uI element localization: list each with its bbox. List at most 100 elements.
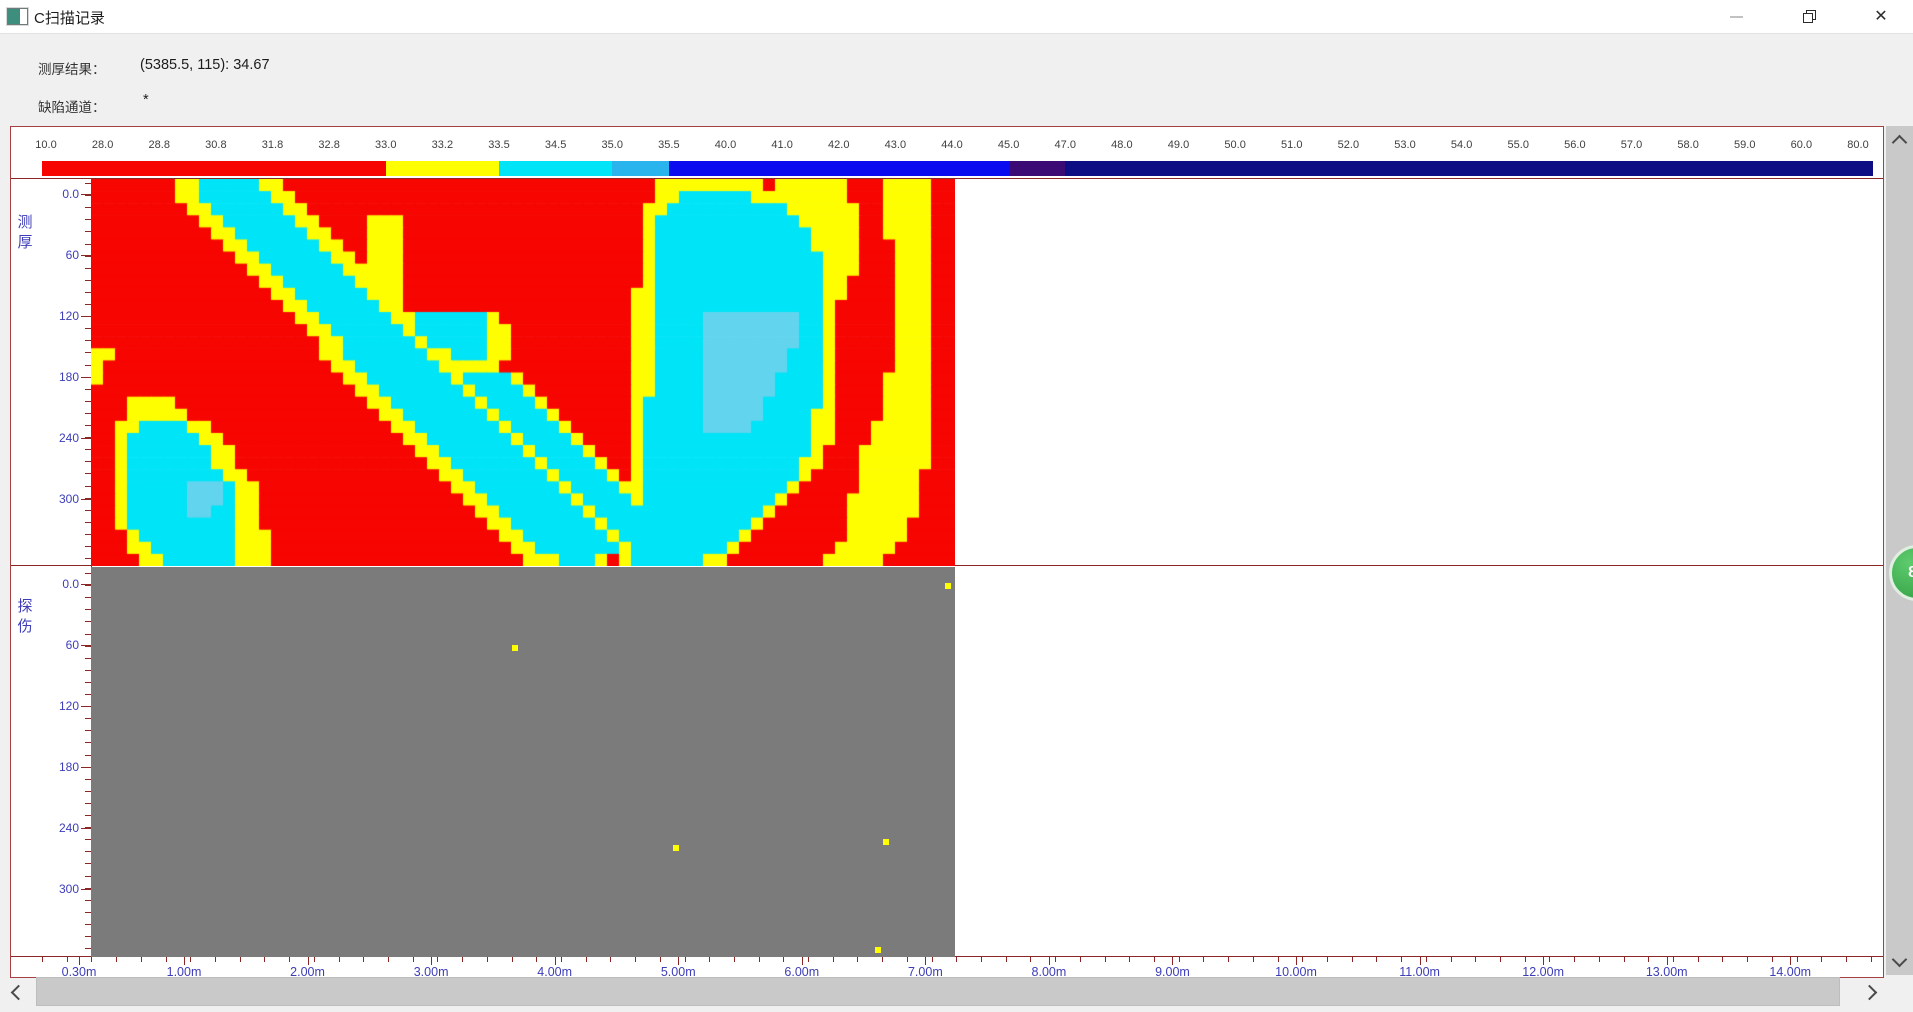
- y-minor-tick: [85, 510, 91, 511]
- colorbar-segment: [1065, 161, 1873, 176]
- defect-channel-value: *: [143, 92, 149, 108]
- x-minor-tick: [882, 957, 883, 962]
- y-minor-tick: [85, 924, 91, 925]
- scale-tick-label: 55.0: [1496, 139, 1540, 151]
- cscan-window-icon: [7, 8, 28, 25]
- horizontal-scrollbar-thumb[interactable]: [36, 977, 1840, 1006]
- close-button[interactable]: ✕: [1858, 0, 1904, 33]
- x-minor-tick: [857, 957, 858, 962]
- badge-text: 80: [1908, 564, 1913, 582]
- y-minor-tick: [85, 534, 91, 535]
- scroll-up-button[interactable]: [1887, 130, 1911, 154]
- thickness-cscan-heatmap[interactable]: [91, 179, 955, 566]
- y-minor-tick: [85, 522, 91, 523]
- x-minor-tick: [462, 957, 463, 962]
- y-tick-label: 300: [45, 882, 79, 896]
- y-minor-tick: [85, 219, 91, 220]
- y-minor-tick: [85, 195, 91, 196]
- scale-tick-label: 42.0: [817, 139, 861, 151]
- y-minor-tick: [85, 328, 91, 329]
- scale-tick-label: 48.0: [1100, 139, 1144, 151]
- y-minor-tick: [85, 803, 91, 804]
- y-minor-tick: [85, 280, 91, 281]
- defect-point: [673, 845, 679, 851]
- y-minor-tick: [85, 634, 91, 635]
- x-minor-tick: [1574, 957, 1575, 962]
- scroll-right-button[interactable]: [1857, 980, 1881, 1004]
- x-minor-tick: [1747, 957, 1748, 962]
- x-major-tick: [1296, 957, 1297, 965]
- x-major-tick: [1049, 957, 1050, 965]
- x-major-tick: [1172, 957, 1173, 965]
- scale-tick-label: 49.0: [1157, 139, 1201, 151]
- x-minor-tick: [660, 957, 661, 962]
- scale-tick-label: 41.0: [760, 139, 804, 151]
- x-minor-tick: [1772, 957, 1773, 962]
- x-major-tick: [79, 957, 80, 965]
- chevron-down-icon: [1891, 951, 1907, 967]
- y-minor-tick: [85, 340, 91, 341]
- x-minor-tick: [734, 957, 735, 962]
- y-minor-tick: [85, 863, 91, 864]
- y-minor-tick: [85, 449, 91, 450]
- x-minor-tick: [190, 957, 191, 962]
- x-minor-tick: [91, 957, 92, 962]
- scale-tick-label: 54.0: [1440, 139, 1484, 151]
- x-minor-tick: [215, 957, 216, 962]
- scroll-left-button[interactable]: [6, 980, 30, 1004]
- y-tick-label: 0.0: [45, 577, 79, 591]
- colorbar-segment: [499, 161, 612, 176]
- x-minor-tick: [1673, 957, 1674, 962]
- y-major-tick: [81, 889, 91, 890]
- x-minor-tick: [141, 957, 142, 962]
- scale-tick-label: 31.8: [251, 139, 295, 151]
- y-minor-tick: [85, 791, 91, 792]
- scale-tick-label: 33.2: [420, 139, 464, 151]
- y-minor-tick: [85, 461, 91, 462]
- x-minor-tick: [512, 957, 513, 962]
- flaw-section-label: 探伤: [12, 597, 38, 637]
- x-minor-tick: [1475, 957, 1476, 962]
- x-minor-tick: [1525, 957, 1526, 962]
- y-minor-tick: [85, 473, 91, 474]
- y-minor-tick: [85, 912, 91, 913]
- x-minor-tick: [1179, 957, 1180, 962]
- scale-tick-label: 35.0: [590, 139, 634, 151]
- y-minor-tick: [85, 352, 91, 353]
- x-minor-tick: [561, 957, 562, 962]
- x-minor-tick: [759, 957, 760, 962]
- scale-tick-label: 43.0: [873, 139, 917, 151]
- x-minor-tick: [1327, 957, 1328, 962]
- defect-point: [875, 947, 881, 953]
- chevron-left-icon: [10, 984, 26, 1000]
- y-minor-tick: [85, 900, 91, 901]
- y-tick-label: 60: [45, 638, 79, 652]
- x-minor-tick: [1451, 957, 1452, 962]
- x-minor-tick: [1376, 957, 1377, 962]
- x-major-tick: [308, 957, 309, 965]
- restore-icon: [1803, 10, 1816, 23]
- x-minor-tick: [1500, 957, 1501, 962]
- scroll-down-button[interactable]: [1887, 947, 1911, 971]
- scale-tick-label: 28.8: [137, 139, 181, 151]
- colorbar-segment: [42, 161, 386, 176]
- defect-point: [883, 839, 889, 845]
- restore-button[interactable]: [1786, 0, 1832, 33]
- y-minor-tick: [85, 609, 91, 610]
- x-minor-tick: [1129, 957, 1130, 962]
- x-minor-tick: [487, 957, 488, 962]
- y-minor-tick: [85, 389, 91, 390]
- scan-panel: 测厚 探伤 0.060120180240300 0.06012018024030…: [10, 126, 1884, 978]
- flaw-cscan-plot[interactable]: [91, 567, 955, 957]
- y-minor-tick: [85, 718, 91, 719]
- minimize-button[interactable]: [1713, 0, 1759, 33]
- close-icon: ✕: [1874, 9, 1887, 25]
- colorbar-segment: [1009, 161, 1066, 176]
- x-minor-tick: [1648, 957, 1649, 962]
- y-minor-tick: [85, 815, 91, 816]
- y-major-tick: [81, 255, 91, 256]
- scale-tick-label: 40.0: [704, 139, 748, 151]
- x-minor-tick: [1006, 957, 1007, 962]
- x-minor-tick: [808, 957, 809, 962]
- y-major-tick: [81, 584, 91, 585]
